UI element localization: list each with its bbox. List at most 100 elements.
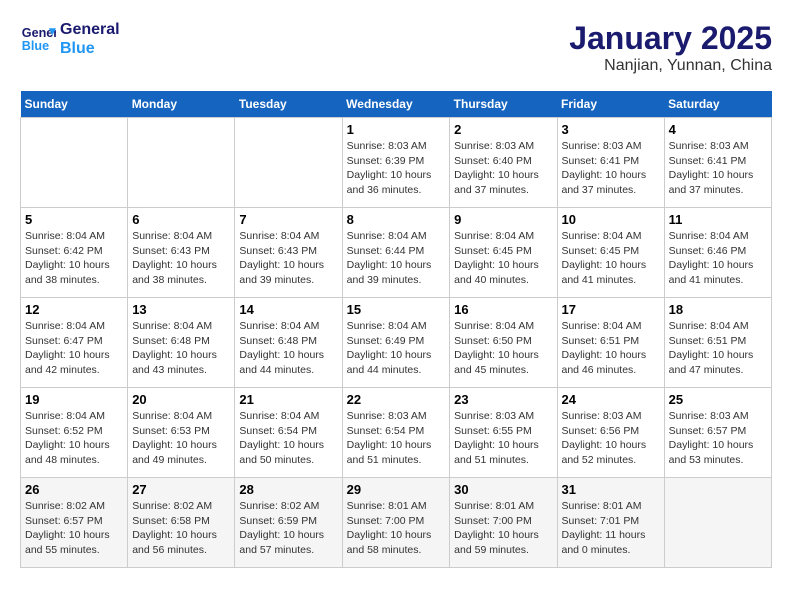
- day-number: 3: [562, 122, 660, 137]
- day-number: 20: [132, 392, 230, 407]
- day-number: 27: [132, 482, 230, 497]
- day-info: Sunrise: 8:03 AM Sunset: 6:57 PM Dayligh…: [669, 409, 767, 468]
- day-info: Sunrise: 8:02 AM Sunset: 6:59 PM Dayligh…: [239, 499, 337, 558]
- calendar-day-cell: 4 Sunrise: 8:03 AM Sunset: 6:41 PM Daylig…: [664, 118, 771, 208]
- day-number: 22: [347, 392, 446, 407]
- day-number: 25: [669, 392, 767, 407]
- day-header-thursday: Thursday: [450, 91, 557, 118]
- day-number: 6: [132, 212, 230, 227]
- day-number: 1: [347, 122, 446, 137]
- day-info: Sunrise: 8:04 AM Sunset: 6:50 PM Dayligh…: [454, 319, 552, 378]
- day-info: Sunrise: 8:02 AM Sunset: 6:58 PM Dayligh…: [132, 499, 230, 558]
- calendar-week-row: 5Sunrise: 8:04 AM Sunset: 6:42 PM Daylig…: [21, 208, 772, 298]
- day-number: 30: [454, 482, 552, 497]
- calendar-day-cell: 14Sunrise: 8:04 AM Sunset: 6:48 PM Dayli…: [235, 298, 342, 388]
- calendar-day-cell: 16Sunrise: 8:04 AM Sunset: 6:50 PM Dayli…: [450, 298, 557, 388]
- day-number: 2: [454, 122, 552, 137]
- logo-blue: Blue: [60, 39, 120, 58]
- calendar-day-cell: 7 Sunrise: 8:04 AM Sunset: 6:43 PM Daylig…: [235, 208, 342, 298]
- calendar-day-cell: 25 Sunrise: 8:03 AM Sunset: 6:57 PM Dayli…: [664, 388, 771, 478]
- day-info: Sunrise: 8:04 AM Sunset: 6:47 PM Dayligh…: [25, 319, 123, 378]
- day-info: Sunrise: 8:01 AM Sunset: 7:01 PM Dayligh…: [562, 499, 660, 558]
- calendar-week-row: 1Sunrise: 8:03 AM Sunset: 6:39 PM Daylig…: [21, 118, 772, 208]
- calendar-day-cell: 5Sunrise: 8:04 AM Sunset: 6:42 PM Daylig…: [21, 208, 128, 298]
- day-number: 8: [347, 212, 446, 227]
- logo-icon: General Blue: [20, 21, 56, 57]
- empty-day-cell: [235, 118, 342, 208]
- calendar-day-cell: 12 Sunrise: 8:04 AM Sunset: 6:47 PM Dayli…: [21, 298, 128, 388]
- day-info: Sunrise: 8:04 AM Sunset: 6:49 PM Dayligh…: [347, 319, 446, 378]
- day-number: 15: [347, 302, 446, 317]
- day-number: 10: [562, 212, 660, 227]
- day-info: Sunrise: 8:04 AM Sunset: 6:48 PM Dayligh…: [132, 319, 230, 378]
- day-info: Sunrise: 8:04 AM Sunset: 6:54 PM Dayligh…: [239, 409, 337, 468]
- calendar-day-cell: 27 Sunrise: 8:02 AM Sunset: 6:58 PM Dayli…: [128, 478, 235, 568]
- day-number: 28: [239, 482, 337, 497]
- day-number: 26: [25, 482, 123, 497]
- calendar-day-cell: 2 Sunrise: 8:03 AM Sunset: 6:40 PM Daylig…: [450, 118, 557, 208]
- location: Nanjian, Yunnan, China: [569, 57, 772, 75]
- day-header-wednesday: Wednesday: [342, 91, 450, 118]
- empty-day-cell: [21, 118, 128, 208]
- day-info: Sunrise: 8:03 AM Sunset: 6:54 PM Dayligh…: [347, 409, 446, 468]
- day-number: 17: [562, 302, 660, 317]
- page-header: General Blue General Blue January 2025 N…: [20, 20, 772, 75]
- calendar-day-cell: 31 Sunrise: 8:01 AM Sunset: 7:01 PM Dayli…: [557, 478, 664, 568]
- empty-day-cell: [128, 118, 235, 208]
- day-number: 12: [25, 302, 123, 317]
- calendar-week-row: 19Sunrise: 8:04 AM Sunset: 6:52 PM Dayli…: [21, 388, 772, 478]
- calendar-header-row: SundayMondayTuesdayWednesdayThursdayFrid…: [21, 91, 772, 118]
- calendar-day-cell: 21 Sunrise: 8:04 AM Sunset: 6:54 PM Dayli…: [235, 388, 342, 478]
- day-header-friday: Friday: [557, 91, 664, 118]
- day-info: Sunrise: 8:03 AM Sunset: 6:55 PM Dayligh…: [454, 409, 552, 468]
- calendar-day-cell: 22 Sunrise: 8:03 AM Sunset: 6:54 PM Dayli…: [342, 388, 450, 478]
- day-info: Sunrise: 8:03 AM Sunset: 6:41 PM Dayligh…: [562, 139, 660, 198]
- day-number: 29: [347, 482, 446, 497]
- calendar-day-cell: 10 Sunrise: 8:04 AM Sunset: 6:45 PM Dayli…: [557, 208, 664, 298]
- day-header-sunday: Sunday: [21, 91, 128, 118]
- day-number: 21: [239, 392, 337, 407]
- calendar-day-cell: 26 Sunrise: 8:02 AM Sunset: 6:57 PM Dayli…: [21, 478, 128, 568]
- calendar-table: SundayMondayTuesdayWednesdayThursdayFrid…: [20, 91, 772, 568]
- day-info: Sunrise: 8:02 AM Sunset: 6:57 PM Dayligh…: [25, 499, 123, 558]
- day-number: 14: [239, 302, 337, 317]
- day-header-tuesday: Tuesday: [235, 91, 342, 118]
- day-info: Sunrise: 8:04 AM Sunset: 6:45 PM Dayligh…: [454, 229, 552, 288]
- day-info: Sunrise: 8:04 AM Sunset: 6:51 PM Dayligh…: [669, 319, 767, 378]
- day-info: Sunrise: 8:04 AM Sunset: 6:53 PM Dayligh…: [132, 409, 230, 468]
- calendar-day-cell: 23Sunrise: 8:03 AM Sunset: 6:55 PM Dayli…: [450, 388, 557, 478]
- calendar-day-cell: 20 Sunrise: 8:04 AM Sunset: 6:53 PM Dayli…: [128, 388, 235, 478]
- calendar-day-cell: 3 Sunrise: 8:03 AM Sunset: 6:41 PM Daylig…: [557, 118, 664, 208]
- day-info: Sunrise: 8:04 AM Sunset: 6:45 PM Dayligh…: [562, 229, 660, 288]
- empty-day-cell: [664, 478, 771, 568]
- calendar-day-cell: 24 Sunrise: 8:03 AM Sunset: 6:56 PM Dayli…: [557, 388, 664, 478]
- day-number: 4: [669, 122, 767, 137]
- day-number: 19: [25, 392, 123, 407]
- day-number: 24: [562, 392, 660, 407]
- day-info: Sunrise: 8:04 AM Sunset: 6:46 PM Dayligh…: [669, 229, 767, 288]
- day-number: 13: [132, 302, 230, 317]
- day-info: Sunrise: 8:04 AM Sunset: 6:43 PM Dayligh…: [132, 229, 230, 288]
- day-info: Sunrise: 8:04 AM Sunset: 6:43 PM Dayligh…: [239, 229, 337, 288]
- day-number: 7: [239, 212, 337, 227]
- calendar-day-cell: 11Sunrise: 8:04 AM Sunset: 6:46 PM Dayli…: [664, 208, 771, 298]
- day-number: 18: [669, 302, 767, 317]
- day-info: Sunrise: 8:04 AM Sunset: 6:42 PM Dayligh…: [25, 229, 123, 288]
- title-area: January 2025 Nanjian, Yunnan, China: [569, 20, 772, 75]
- calendar-week-row: 12 Sunrise: 8:04 AM Sunset: 6:47 PM Dayli…: [21, 298, 772, 388]
- day-info: Sunrise: 8:04 AM Sunset: 6:51 PM Dayligh…: [562, 319, 660, 378]
- calendar-day-cell: 15 Sunrise: 8:04 AM Sunset: 6:49 PM Dayli…: [342, 298, 450, 388]
- day-info: Sunrise: 8:04 AM Sunset: 6:44 PM Dayligh…: [347, 229, 446, 288]
- day-info: Sunrise: 8:03 AM Sunset: 6:40 PM Dayligh…: [454, 139, 552, 198]
- day-number: 31: [562, 482, 660, 497]
- calendar-day-cell: 17 Sunrise: 8:04 AM Sunset: 6:51 PM Dayli…: [557, 298, 664, 388]
- calendar-day-cell: 8 Sunrise: 8:04 AM Sunset: 6:44 PM Daylig…: [342, 208, 450, 298]
- svg-text:Blue: Blue: [22, 39, 49, 53]
- calendar-day-cell: 19Sunrise: 8:04 AM Sunset: 6:52 PM Dayli…: [21, 388, 128, 478]
- day-info: Sunrise: 8:03 AM Sunset: 6:56 PM Dayligh…: [562, 409, 660, 468]
- calendar-day-cell: 18 Sunrise: 8:04 AM Sunset: 6:51 PM Dayli…: [664, 298, 771, 388]
- logo-general: General: [60, 20, 120, 39]
- day-info: Sunrise: 8:03 AM Sunset: 6:41 PM Dayligh…: [669, 139, 767, 198]
- calendar-week-row: 26 Sunrise: 8:02 AM Sunset: 6:57 PM Dayli…: [21, 478, 772, 568]
- month-title: January 2025: [569, 20, 772, 57]
